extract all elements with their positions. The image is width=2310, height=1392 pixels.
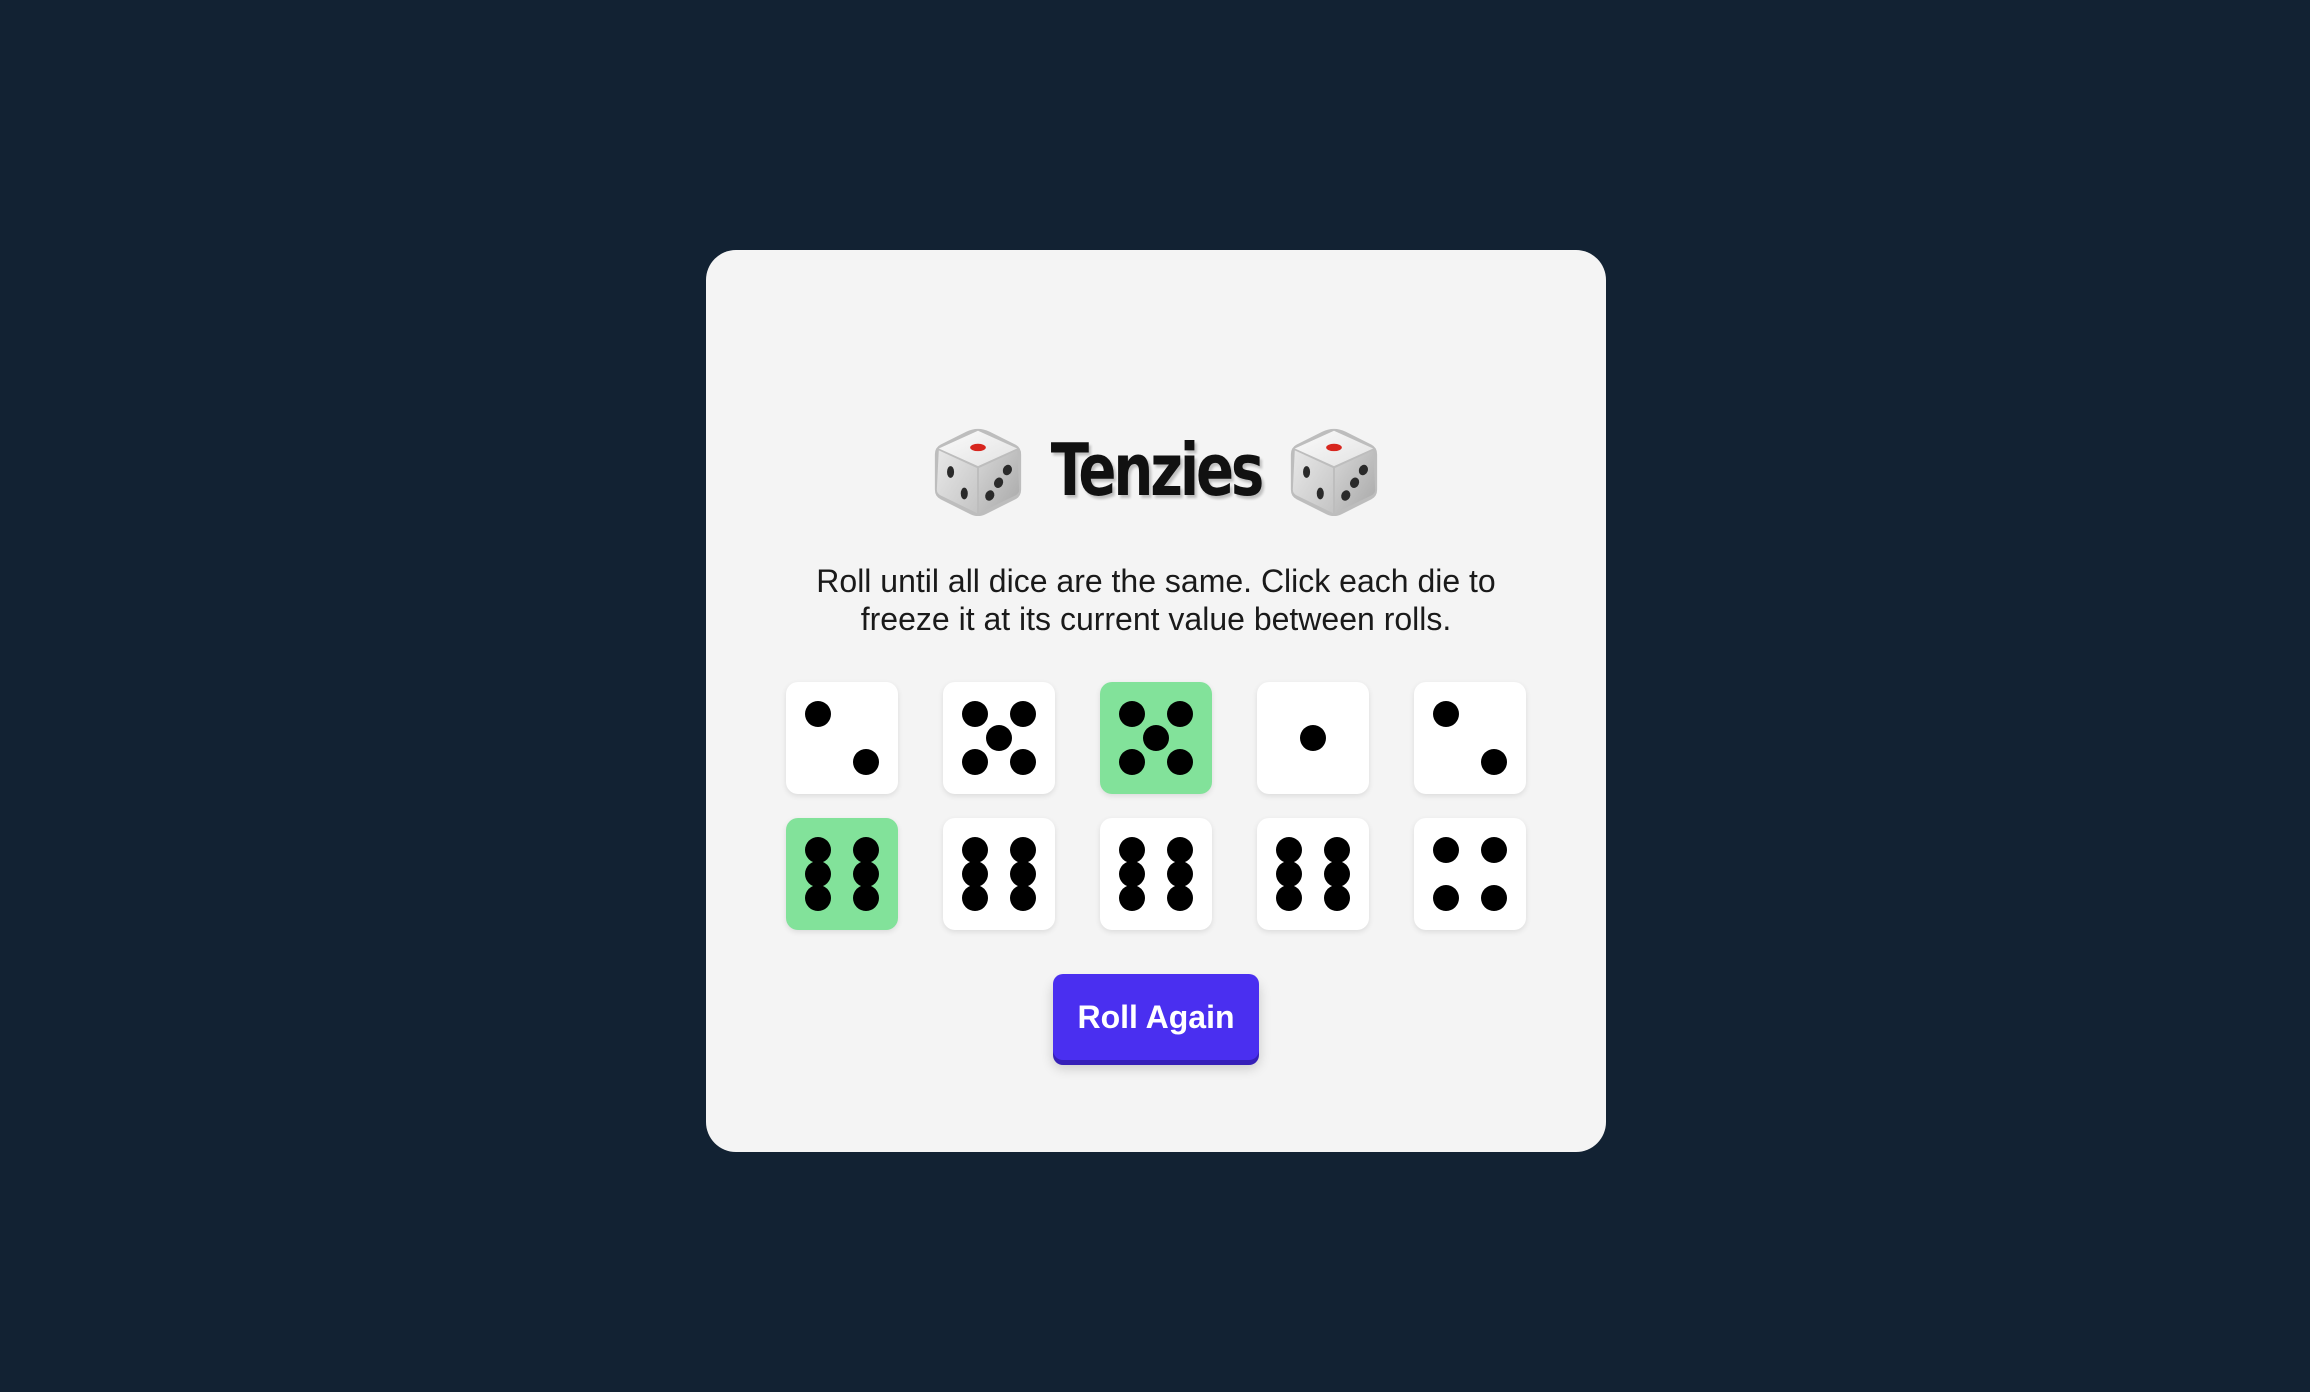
die-2[interactable] (943, 682, 1055, 794)
game-card: Tenzies Roll until all dice are the same… (706, 250, 1606, 1152)
die-3[interactable] (1100, 682, 1212, 794)
die-pip (1119, 861, 1145, 887)
die-pip (1119, 837, 1145, 863)
die-pip (1481, 885, 1507, 911)
game-die-icon (934, 428, 1022, 517)
die-1[interactable] (786, 682, 898, 794)
die-pip (1167, 749, 1193, 775)
die-pip (962, 749, 988, 775)
die-pip (1143, 725, 1169, 751)
die-pip (1010, 701, 1036, 727)
die-4[interactable] (1257, 682, 1369, 794)
die-pip (1324, 861, 1350, 887)
die-6[interactable] (786, 818, 898, 930)
die-pip (1276, 837, 1302, 863)
die-5[interactable] (1414, 682, 1526, 794)
title-row: Tenzies (706, 418, 1606, 522)
die-pip (1300, 725, 1326, 751)
die-pip (853, 861, 879, 887)
die-pip (1276, 885, 1302, 911)
die-pip (986, 725, 1012, 751)
instructions-text: Roll until all dice are the same. Click … (816, 563, 1496, 637)
die-pip (1433, 885, 1459, 911)
game-title: Tenzies (1050, 428, 1265, 512)
die-pip (1481, 749, 1507, 775)
die-pip (805, 861, 831, 887)
die-pip (1433, 837, 1459, 863)
die-pip (805, 885, 831, 911)
die-pip (1167, 861, 1193, 887)
die-pip (1010, 885, 1036, 911)
die-pip (962, 885, 988, 911)
die-pip (962, 701, 988, 727)
die-pip (853, 885, 879, 911)
die-8[interactable] (1100, 818, 1212, 930)
die-pip (962, 861, 988, 887)
die-7[interactable] (943, 818, 1055, 930)
die-10[interactable] (1414, 818, 1526, 930)
die-pip (1324, 837, 1350, 863)
die-pip (1276, 861, 1302, 887)
die-pip (805, 837, 831, 863)
die-pip (1010, 837, 1036, 863)
roll-again-button[interactable]: Roll Again (1053, 974, 1259, 1060)
die-pip (1167, 701, 1193, 727)
die-9[interactable] (1257, 818, 1369, 930)
die-pip (805, 701, 831, 727)
die-pip (1324, 885, 1350, 911)
game-die-icon (1290, 428, 1378, 517)
die-pip (1119, 701, 1145, 727)
die-pip (853, 837, 879, 863)
die-pip (1433, 701, 1459, 727)
die-pip (1119, 885, 1145, 911)
die-pip (1481, 837, 1507, 863)
die-pip (1167, 885, 1193, 911)
die-pip (1010, 749, 1036, 775)
die-pip (962, 837, 988, 863)
die-pip (1010, 861, 1036, 887)
dice-grid (786, 682, 1526, 930)
die-pip (1167, 837, 1193, 863)
die-pip (853, 749, 879, 775)
die-pip (1119, 749, 1145, 775)
